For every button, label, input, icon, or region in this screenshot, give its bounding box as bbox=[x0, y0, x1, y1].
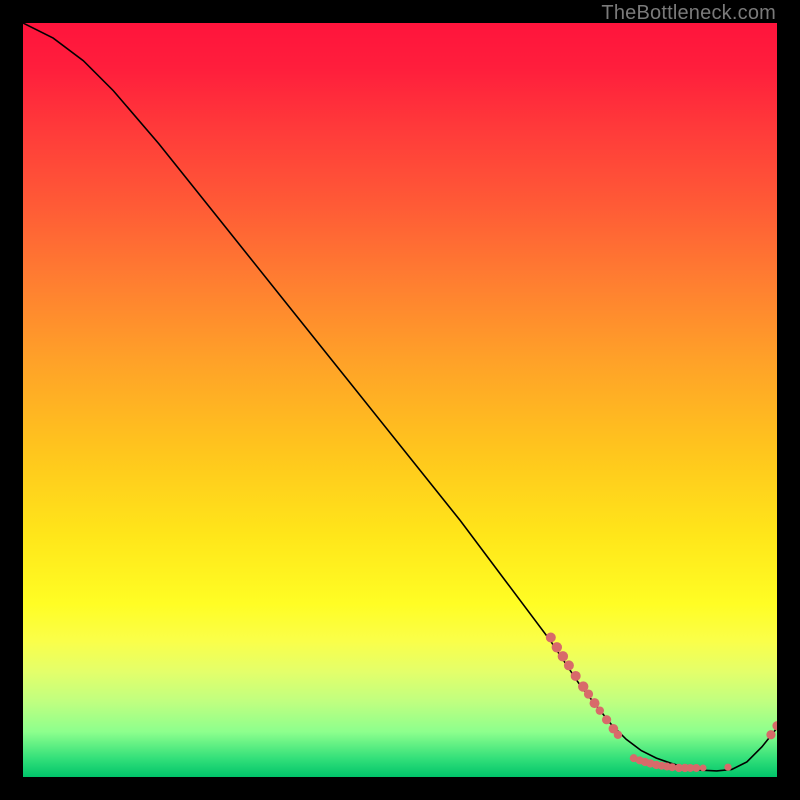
chart-frame bbox=[23, 23, 777, 777]
curve-marker bbox=[602, 715, 611, 724]
curve-marker bbox=[564, 660, 574, 670]
plot-area bbox=[23, 23, 777, 777]
attribution-text: TheBottleneck.com bbox=[601, 2, 776, 25]
curve-marker bbox=[546, 633, 556, 643]
curve-marker bbox=[724, 764, 731, 771]
bottleneck-curve bbox=[23, 23, 777, 771]
curve-marker bbox=[614, 731, 622, 739]
curve-marker bbox=[766, 730, 775, 739]
curve-marker bbox=[584, 689, 593, 698]
curve-markers bbox=[546, 633, 777, 773]
curve-marker bbox=[558, 651, 568, 661]
curve-marker bbox=[596, 706, 604, 714]
curve-marker bbox=[571, 671, 581, 681]
curve-marker bbox=[590, 698, 600, 708]
chart-overlay bbox=[23, 23, 777, 777]
curve-marker bbox=[700, 765, 707, 772]
curve-marker bbox=[772, 721, 777, 730]
curve-marker bbox=[552, 642, 562, 652]
curve-marker bbox=[692, 764, 700, 772]
